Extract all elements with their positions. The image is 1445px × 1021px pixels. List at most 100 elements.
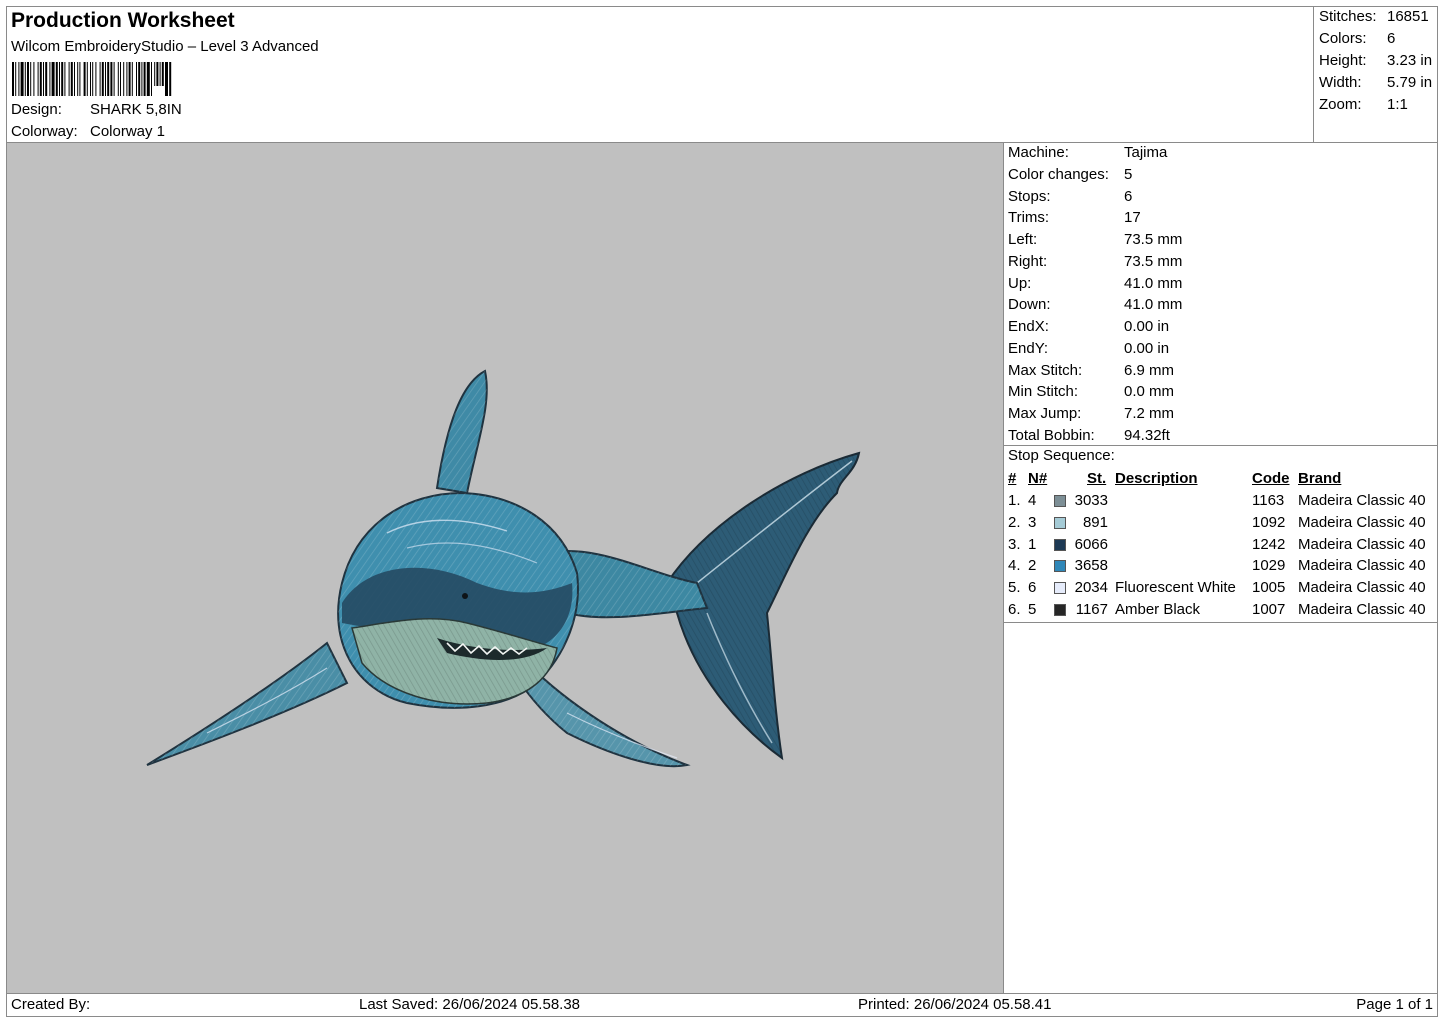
info-label: Stops: [1008,187,1051,205]
info-row: Max Jump: 7.2 mm [1008,405,1174,422]
info-label: Right: [1008,252,1048,270]
last-saved: Last Saved: 26/06/2024 05.58.38 [359,996,581,1013]
header: Production Worksheet Wilcom EmbroiderySt… [7,7,1314,143]
stop-code: 1005 [1252,579,1286,596]
info-value: 73.5 mm [1124,231,1183,248]
info-value: 6.9 mm [1124,361,1175,379]
info-label: Up: [1008,274,1032,292]
info-row: Machine: Tajima [1008,144,1167,161]
summary-stitches: Stitches: 16851 [1319,8,1429,25]
color-swatch [1054,538,1066,551]
info-row: Color changes: 5 [1008,166,1132,183]
stop-needle: 4 [1028,492,1037,509]
info-value: 7.2 mm [1124,405,1175,422]
info-row: EndX: 0.00 in [1008,318,1169,335]
stop-description: Amber Black [1115,600,1201,618]
stop-brand: Madeira Classic 40 [1298,600,1426,618]
design-label: Design: [11,101,62,118]
stop-code: 1163 [1252,492,1285,509]
shark-embroidery-image [146,369,861,768]
summary-label: Stitches: [1319,8,1377,25]
worksheet-frame: Production Worksheet Wilcom EmbroiderySt… [6,6,1438,1017]
info-value: 41.0 mm [1124,274,1183,292]
col-header-description: Description [1115,470,1198,487]
summary-width: Width: 5.79 in [1319,74,1432,91]
colorway-label: Colorway: [11,123,78,140]
stop-code: 1029 [1252,557,1286,575]
summary-label: Colors: [1319,30,1367,47]
stop-code: 1007 [1252,600,1286,618]
col-header-code: Code [1252,470,1290,487]
stop-num: 4. [1008,557,1021,575]
summary-label: Zoom: [1319,96,1362,113]
info-label: Total Bobbin: [1008,426,1095,444]
barcode [12,62,172,96]
info-row: Right: 73.5 mm [1008,253,1182,270]
summary-colors: Colors: 6 [1319,30,1395,47]
summary-panel: Stitches: 16851 Colors: 6 Height: 3.23 in W… [1314,7,1437,143]
stop-brand: Madeira Classic 40 [1298,557,1426,575]
info-row: Up: 41.0 mm [1008,275,1182,292]
printed-date: Printed: 26/06/2024 05.58.41 [858,996,1052,1013]
info-value: 41.0 mm [1124,296,1183,314]
stop-row: 5. 6 2034 Fluorescent White 1005 Madeira Clas… [1004,579,1437,601]
info-value: 0.00 in [1124,318,1170,335]
info-label: Max Stitch: [1008,361,1083,379]
stop-brand: Madeira Classic 40 [1298,492,1426,509]
summary-value: 16851 [1387,8,1429,25]
info-label: Color changes: [1008,165,1109,183]
info-label: EndY: [1008,339,1049,357]
info-value: 94.32ft [1124,426,1170,444]
stop-stitches: 1167 [1075,600,1108,618]
page-number: Page 1 of 1 [1356,996,1433,1013]
info-row: Left: 73.5 mm [1008,231,1182,248]
design-value: SHARK 5,8IN [90,101,182,118]
stop-code: 1092 [1252,513,1286,531]
stop-stitches: 6066 [1074,535,1108,553]
stop-needle: 5 [1028,600,1037,618]
stop-row: 3. 1 6066 1242 Madeira Classic 40 [1004,536,1437,558]
info-label: Left: [1008,231,1038,248]
stop-stitches: 3033 [1074,492,1108,509]
stop-sequence-title: Stop Sequence: [1008,447,1115,464]
stop-num: 5. [1008,579,1021,596]
stop-brand: Madeira Classic 40 [1298,579,1426,596]
summary-height: Height: 3.23 in [1319,52,1432,69]
info-label: Trims: [1008,209,1050,227]
info-label: Min Stitch: [1008,383,1079,401]
info-divider [1004,445,1437,446]
page-title: Production Worksheet [11,9,235,32]
info-value: Tajima [1124,144,1168,161]
colorway-row: Colorway: Colorway 1 [11,123,165,140]
info-row: Min Stitch: 0.0 mm [1008,383,1174,400]
info-label: Max Jump: [1008,405,1082,422]
stop-brand: Madeira Classic 40 [1298,513,1426,531]
stop-stitches: 2034 [1074,579,1108,596]
color-swatch [1054,560,1066,573]
info-row: Down: 41.0 mm [1008,296,1182,313]
col-header-num: # [1008,470,1017,487]
col-header-n: N# [1028,470,1048,487]
color-swatch [1054,603,1066,616]
stop-num: 1. [1008,492,1021,509]
stop-row: 2. 3 891 1092 Madeira Classic 40 [1004,514,1437,536]
stop-stitches: 891 [1082,513,1108,531]
summary-label: Height: [1319,52,1367,69]
created-by: Created By: [11,996,91,1013]
info-value: 73.5 mm [1124,252,1183,270]
stop-num: 3. [1008,535,1021,553]
stop-needle: 3 [1028,513,1037,531]
stop-row: 1. 4 3033 1163 Madeira Classic 40 [1004,492,1437,514]
stop-description: Fluorescent White [1115,579,1236,596]
col-header-st: St. [1087,470,1107,487]
footer: Created By: Last Saved: 26/06/2024 05.58… [7,993,1437,1016]
summary-zoom: Zoom: 1:1 [1319,96,1408,113]
info-label: Machine: [1008,144,1069,161]
info-value: 5 [1124,165,1133,183]
info-row: Total Bobbin: 94.32ft [1008,427,1170,444]
stop-brand: Madeira Classic 40 [1298,535,1426,553]
summary-label: Width: [1319,74,1362,91]
colorway-value: Colorway 1 [90,123,166,140]
summary-value: 1:1 [1387,96,1408,113]
info-value: 6 [1124,187,1133,205]
